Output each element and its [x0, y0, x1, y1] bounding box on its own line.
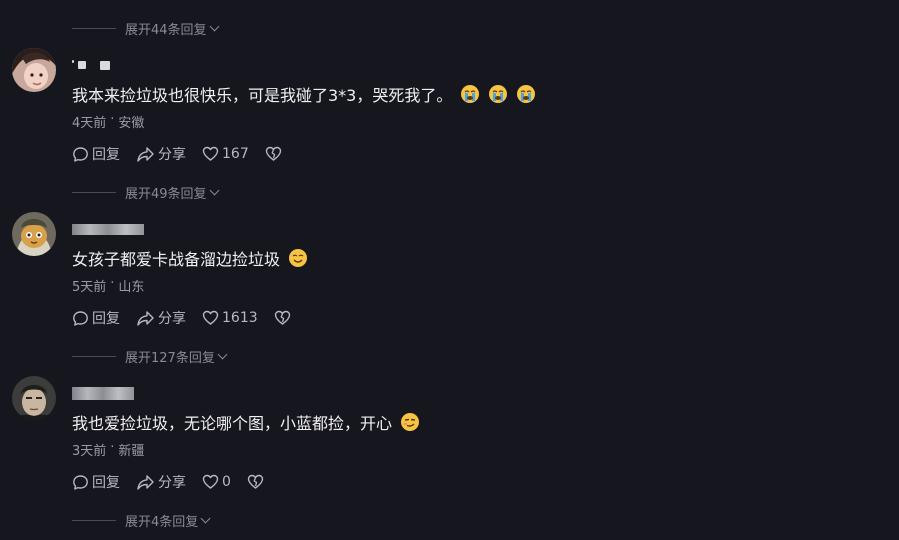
- divider-line: [72, 191, 116, 193]
- share-button[interactable]: 分享: [136, 472, 186, 492]
- comment-text-row: 我本来捡垃圾也很快乐，可是我碰了3*3，哭死我了。: [72, 82, 536, 106]
- chevron-down-icon: [209, 185, 219, 195]
- comment-location: 安徽: [118, 116, 145, 131]
- share-label: 分享: [158, 147, 186, 163]
- comment-actions: 回复 分享 0: [72, 472, 283, 492]
- meta-separator: ·: [110, 112, 115, 127]
- comment-time: 4天前: [72, 116, 107, 131]
- share-label: 分享: [158, 311, 186, 327]
- like-button[interactable]: 167: [202, 146, 249, 162]
- expand-replies-label: 展开127条回复: [125, 350, 215, 366]
- dislike-button[interactable]: [247, 474, 267, 490]
- comment-text-row: 女孩子都爱卡战备溜边捡垃圾: [72, 246, 308, 270]
- comment-list: 展开44条回复 我本来捡垃圾也很快乐，可是我碰了3*3，哭死我了。 4天前 · …: [0, 0, 899, 540]
- crying-face-icon: [516, 84, 536, 104]
- reply-label: 回复: [92, 475, 120, 491]
- comment-item: 我也爱捡垃圾，无论哪个图，小蓝都捡，开心 3天前 · 新疆 回复 分享 0: [0, 376, 899, 516]
- comment-item: 女孩子都爱卡战备溜边捡垃圾 5天前 · 山东 回复 分享 1613: [0, 212, 899, 352]
- reply-icon: [73, 474, 88, 490]
- expand-replies-button[interactable]: 展开4条回复: [72, 510, 211, 530]
- meta-separator: ·: [110, 440, 115, 455]
- chevron-down-icon: [209, 21, 219, 31]
- comment-text: 女孩子都爱卡战备溜边捡垃圾: [72, 250, 281, 269]
- comment-text: 我本来捡垃圾也很快乐，可是我碰了3*3，哭死我了。: [72, 86, 453, 105]
- heart-icon: [202, 474, 219, 489]
- heart-icon: [202, 146, 219, 161]
- crying-face-icon: [488, 84, 508, 104]
- comment-text: 我也爱捡垃圾，无论哪个图，小蓝都捡，开心: [72, 414, 393, 433]
- smiling-face-icon: [288, 248, 308, 268]
- divider-line: [72, 27, 116, 29]
- comment-time: 3天前: [72, 444, 107, 459]
- broken-heart-icon: [265, 146, 281, 161]
- expand-replies-label: 展开4条回复: [125, 514, 199, 530]
- crying-face-icon: [460, 84, 480, 104]
- username-blur: [72, 59, 74, 63]
- comment-location: 山东: [118, 280, 145, 295]
- smirk-face-icon: [400, 412, 420, 432]
- comment-item: 我本来捡垃圾也很快乐，可是我碰了3*3，哭死我了。 4天前 · 安徽 回复 分享…: [0, 48, 899, 188]
- share-button[interactable]: 分享: [136, 308, 186, 328]
- chevron-down-icon: [217, 349, 228, 359]
- heart-icon: [202, 310, 219, 325]
- expand-replies-button[interactable]: 展开127条回复: [72, 346, 228, 366]
- chevron-down-icon: [200, 513, 211, 523]
- comment-actions: 回复 分享 1613: [72, 308, 310, 328]
- dislike-button[interactable]: [265, 146, 285, 162]
- username-blur: [100, 60, 110, 70]
- share-icon: [137, 146, 154, 162]
- comment-location: 新疆: [118, 444, 145, 459]
- like-count: 0: [222, 474, 231, 490]
- share-label: 分享: [158, 475, 186, 491]
- share-button[interactable]: 分享: [136, 144, 186, 164]
- reply-label: 回复: [92, 311, 120, 327]
- reply-icon: [73, 146, 88, 162]
- like-button[interactable]: 0: [202, 474, 231, 490]
- like-count: 1613: [222, 310, 258, 326]
- username[interactable]: [72, 58, 110, 72]
- comment-time: 5天前: [72, 280, 107, 295]
- avatar[interactable]: [12, 48, 56, 92]
- comment-meta: 5天前 · 山东: [72, 276, 144, 295]
- username[interactable]: [72, 222, 144, 236]
- broken-heart-icon: [274, 310, 290, 325]
- username-blur: [78, 61, 86, 69]
- reply-button[interactable]: 回复: [72, 472, 120, 492]
- expand-replies-label: 展开49条回复: [125, 186, 207, 202]
- share-icon: [137, 474, 154, 490]
- expand-replies-button[interactable]: 展开49条回复: [72, 182, 219, 202]
- like-button[interactable]: 1613: [202, 310, 258, 326]
- reply-button[interactable]: 回复: [72, 144, 120, 164]
- divider-line: [72, 355, 116, 357]
- comment-text-row: 我也爱捡垃圾，无论哪个图，小蓝都捡，开心: [72, 410, 420, 434]
- username[interactable]: [72, 386, 134, 400]
- expand-replies-label: 展开44条回复: [125, 22, 207, 38]
- reply-button[interactable]: 回复: [72, 308, 120, 328]
- dislike-button[interactable]: [274, 310, 294, 326]
- broken-heart-icon: [247, 474, 264, 489]
- username-blur: [72, 223, 144, 235]
- comment-meta: 4天前 · 安徽: [72, 112, 144, 131]
- avatar[interactable]: [12, 212, 56, 256]
- comment-meta: 3天前 · 新疆: [72, 440, 144, 459]
- expand-replies-button[interactable]: 展开44条回复: [72, 18, 219, 38]
- reply-icon: [73, 310, 88, 326]
- meta-separator: ·: [110, 276, 115, 291]
- share-icon: [137, 310, 154, 326]
- username-blur: [72, 386, 134, 400]
- divider-line: [72, 519, 116, 521]
- like-count: 167: [222, 146, 249, 162]
- comment-actions: 回复 分享 167: [72, 144, 301, 164]
- reply-label: 回复: [92, 147, 120, 163]
- avatar[interactable]: [12, 376, 56, 420]
